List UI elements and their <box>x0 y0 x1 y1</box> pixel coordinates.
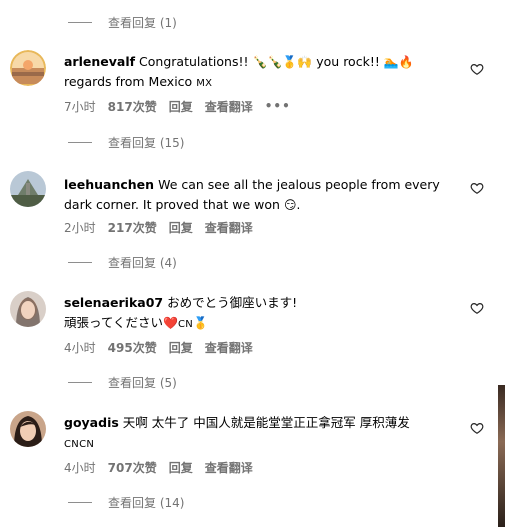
divider-line <box>68 21 92 23</box>
heart-outline-icon[interactable] <box>470 301 484 315</box>
heart-outline-icon[interactable] <box>470 181 484 195</box>
background-photo-edge <box>498 385 505 527</box>
comment-meta: 7小时 817次赞 回复 查看翻译 ••• <box>64 97 303 115</box>
emoji-group: ❤️ <box>163 316 178 330</box>
emoji-group: 🏊🔥 <box>383 55 414 69</box>
like-count[interactable]: 217次赞 <box>108 219 157 236</box>
comment-username[interactable]: goyadis <box>64 415 119 430</box>
more-options-icon[interactable]: ••• <box>265 99 291 113</box>
emoji-group: 😏. <box>283 198 301 212</box>
avatar[interactable] <box>10 50 46 86</box>
divider-line <box>68 261 92 263</box>
comment-time: 4小时 <box>64 460 96 475</box>
like-count[interactable]: 707次赞 <box>108 459 157 476</box>
comment-text-part: you rock!! <box>316 54 380 69</box>
emoji-group: 🍾🍾🥇🙌 <box>252 55 313 69</box>
view-replies-label: 查看回复 (15) <box>108 135 185 150</box>
reply-button[interactable]: 回复 <box>169 339 193 356</box>
view-replies-button[interactable]: 查看回复 (4) <box>68 253 177 271</box>
reply-button[interactable]: 回复 <box>169 98 193 115</box>
view-replies-label: 查看回复 (4) <box>108 255 177 270</box>
comment-meta: 4小时 707次赞 回复 查看翻译 <box>64 458 265 476</box>
view-replies-label: 查看回复 (1) <box>108 15 177 30</box>
translate-button[interactable]: 查看翻译 <box>205 219 253 236</box>
comment-time: 4小时 <box>64 340 96 355</box>
translate-button[interactable]: 查看翻译 <box>205 459 253 476</box>
comment-text-part: 天啊 太牛了 中国人就是能堂堂正正拿冠军 厚积薄发 <box>122 415 410 430</box>
avatar[interactable] <box>10 411 46 447</box>
comment-text: selenaerika07 おめでとう御座います! 頑張ってください❤️CN🥇 <box>64 293 466 335</box>
like-count[interactable]: 495次赞 <box>108 339 157 356</box>
comment-username[interactable]: leehuanchen <box>64 177 154 192</box>
reply-button[interactable]: 回复 <box>169 459 193 476</box>
country-code: MX <box>196 78 213 89</box>
avatar[interactable] <box>10 291 46 327</box>
comment-meta: 4小时 495次赞 回复 查看翻译 <box>64 338 265 356</box>
heart-outline-icon[interactable] <box>470 62 484 76</box>
view-replies-button[interactable]: 查看回复 (5) <box>68 373 177 391</box>
translate-button[interactable]: 查看翻译 <box>205 98 253 115</box>
comment-text-part: おめでとう御座います! <box>167 295 298 310</box>
view-replies-button[interactable]: 查看回复 (14) <box>68 493 184 511</box>
comment-meta: 2小时 217次赞 回复 查看翻译 <box>64 218 265 236</box>
comment-text: leehuanchen We can see all the jealous pe… <box>64 175 466 215</box>
comment-text-part: Congratulations!! <box>139 54 249 69</box>
divider-line <box>68 381 92 383</box>
heart-outline-icon[interactable] <box>470 421 484 435</box>
view-replies-label: 查看回复 (5) <box>108 375 177 390</box>
comment-text-part: 頑張ってください <box>64 315 164 330</box>
comment-text: goyadis 天啊 太牛了 中国人就是能堂堂正正拿冠军 厚积薄发 CNCN <box>64 413 466 455</box>
comment-text-part: regards from Mexico <box>64 74 193 89</box>
comments-panel: 查看回复 (1) arlenevalf Congratulations!! 🍾🍾🥇… <box>0 0 505 527</box>
country-code: CN <box>177 319 194 330</box>
reply-button[interactable]: 回复 <box>169 219 193 236</box>
comment-username[interactable]: selenaerika07 <box>64 295 163 310</box>
avatar[interactable] <box>10 171 46 207</box>
view-replies-label: 查看回复 (14) <box>108 495 185 510</box>
comment-text: arlenevalf Congratulations!! 🍾🍾🥇🙌 you roc… <box>64 52 466 94</box>
country-code: CNCN <box>64 439 95 450</box>
comment-time: 7小时 <box>64 99 96 114</box>
divider-line <box>68 141 92 143</box>
translate-button[interactable]: 查看翻译 <box>205 339 253 356</box>
comment-time: 2小时 <box>64 220 96 235</box>
view-replies-button[interactable]: 查看回复 (15) <box>68 133 184 151</box>
like-count[interactable]: 817次赞 <box>108 98 157 115</box>
comment-username[interactable]: arlenevalf <box>64 54 135 69</box>
emoji-group: 🥇 <box>193 316 208 330</box>
view-replies-button[interactable]: 查看回复 (1) <box>68 13 177 31</box>
divider-line <box>68 501 92 503</box>
